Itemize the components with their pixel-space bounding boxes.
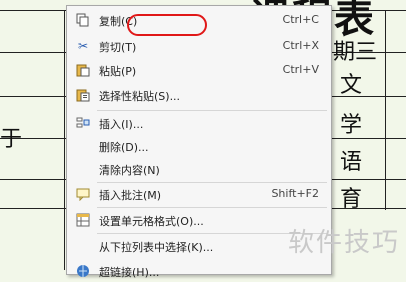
format-cells-icon: [75, 212, 91, 228]
menu-item-label: 从下拉列表中选择(K)...: [99, 241, 214, 254]
insert-comment-icon: [75, 186, 91, 202]
menu-item-insert-comment[interactable]: 插入批注(M) Shift+F2: [69, 183, 329, 205]
menu-item-label: 剪切(T): [99, 41, 137, 54]
cell-text[interactable]: 文: [340, 67, 362, 99]
menu-item-label: 插入批注(M): [99, 189, 162, 202]
cell-text[interactable]: 育: [340, 181, 362, 213]
menu-item-insert[interactable]: 插入(I)...: [69, 112, 329, 134]
menu-item-label: 设置单元格格式(O)...: [99, 215, 204, 228]
cut-icon: ✂: [77, 39, 89, 53]
watermark-text: 软件技巧: [288, 228, 401, 258]
menu-item-paste[interactable]: 粘贴(P) Ctrl+V: [69, 59, 329, 81]
header-cell-day[interactable]: 期三: [333, 34, 377, 66]
paste-icon: [75, 62, 91, 78]
menu-item-label: 粘贴(P): [99, 65, 137, 78]
grid-line: [64, 10, 65, 270]
grid-line: [385, 10, 386, 210]
menu-item-label: 选择性粘贴(S)...: [99, 90, 181, 103]
insert-icon: [75, 115, 91, 131]
copy-icon: [75, 12, 91, 28]
cell-text[interactable]: 学: [340, 107, 362, 139]
menu-item-delete[interactable]: 删除(D)...: [69, 135, 329, 157]
cell-text-left[interactable]: 于: [0, 121, 22, 153]
menu-separator: [97, 110, 327, 111]
menu-item-paste-special[interactable]: 选择性粘贴(S)...: [69, 84, 329, 106]
menu-item-label: 插入(I)...: [99, 118, 144, 131]
cell-text[interactable]: 语: [340, 144, 362, 176]
menu-item-label: 清除内容(N): [99, 164, 160, 177]
menu-separator: [97, 207, 327, 208]
menu-item-shortcut: Shift+F2: [271, 187, 319, 200]
menu-item-shortcut: Ctrl+X: [282, 39, 319, 52]
menu-item-label: 超链接(H)...: [99, 266, 160, 279]
menu-item-shortcut: Ctrl+C: [282, 13, 319, 26]
hyperlink-icon: [75, 263, 91, 279]
menu-item-clear-contents[interactable]: 清除内容(N): [69, 158, 329, 180]
menu-item-hyperlink[interactable]: 超链接(H)...: [69, 260, 329, 282]
menu-item-label: 删除(D)...: [99, 141, 149, 154]
highlight-circle-annotation: [127, 14, 207, 36]
paste-special-icon: [75, 87, 91, 103]
menu-item-cut[interactable]: ✂ 剪切(T) Ctrl+X: [69, 35, 329, 57]
menu-item-shortcut: Ctrl+V: [282, 63, 319, 76]
